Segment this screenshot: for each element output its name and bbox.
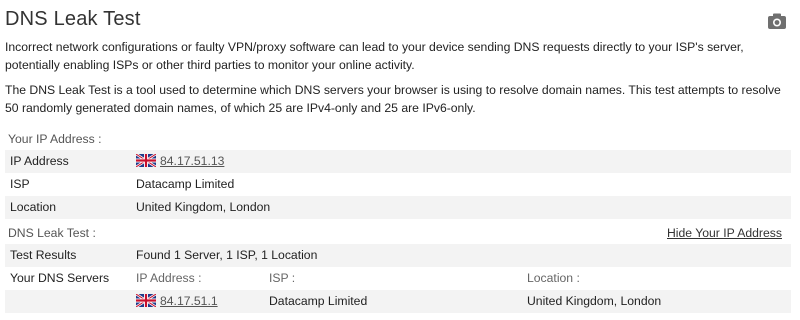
camera-icon[interactable] (767, 12, 787, 30)
ip-address-link[interactable]: 84.17.51.13 (160, 154, 224, 168)
location-value: United Kingdom, London (136, 200, 271, 214)
your-ip-section-label: Your IP Address : (8, 132, 102, 146)
dns-server-row: 84.17.51.1 Datacamp Limited United Kingd… (5, 290, 791, 313)
location-label: Location (10, 200, 57, 214)
intro-paragraph-2: The DNS Leak Test is a tool used to dete… (5, 83, 781, 115)
test-results-label: Test Results (10, 248, 77, 262)
isp-label: ISP (10, 177, 30, 191)
isp-row: ISP Datacamp Limited (5, 173, 791, 196)
test-results-value: Found 1 Server, 1 ISP, 1 Location (136, 248, 318, 262)
ip-address-value-wrap: 84.17.51.13 (136, 154, 224, 168)
intro-paragraph-1: Incorrect network configurations or faul… (5, 40, 744, 72)
dns-test-section-label: DNS Leak Test : (8, 226, 96, 240)
col-isp-header: ISP : (269, 271, 296, 285)
uk-flag-icon (136, 154, 156, 167)
test-results-row: Test Results Found 1 Server, 1 ISP, 1 Lo… (5, 244, 791, 267)
dns-servers-label: Your DNS Servers (10, 271, 110, 285)
uk-flag-icon (136, 294, 156, 307)
dns-server-ip-link[interactable]: 84.17.51.1 (160, 294, 218, 308)
isp-value: Datacamp Limited (136, 177, 235, 191)
hide-ip-link[interactable]: Hide Your IP Address (667, 226, 782, 240)
ip-address-label: IP Address (10, 154, 69, 168)
location-row: Location United Kingdom, London (5, 196, 791, 219)
dns-server-isp: Datacamp Limited (269, 294, 368, 308)
dns-server-location: United Kingdom, London (527, 294, 662, 308)
col-location-header: Location : (527, 271, 580, 285)
dns-servers-header-row: Your DNS Servers IP Address : ISP : Loca… (5, 267, 791, 290)
dns-server-ip-wrap: 84.17.51.1 (136, 294, 218, 308)
col-ip-header: IP Address : (136, 271, 202, 285)
ip-address-row: IP Address 84.17.51.13 (5, 150, 791, 173)
page-title: DNS Leak Test (5, 8, 141, 30)
